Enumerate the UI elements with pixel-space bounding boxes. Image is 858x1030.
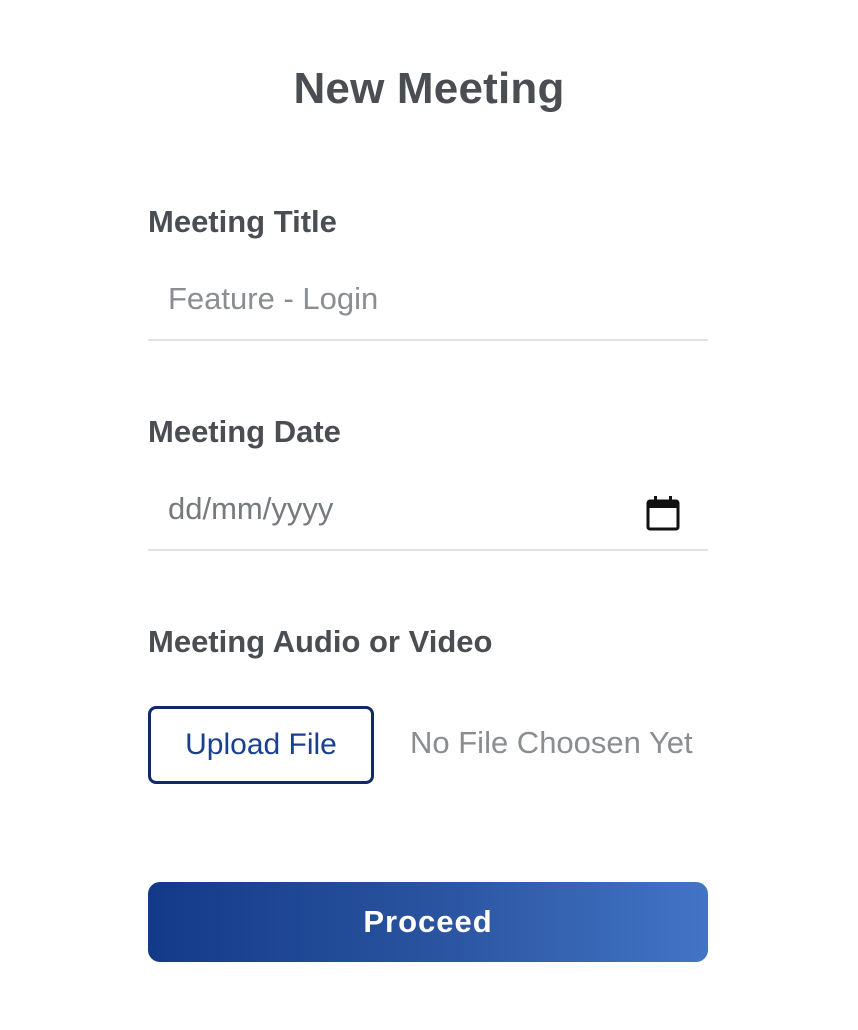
- meeting-media-label: Meeting Audio or Video: [148, 624, 493, 659]
- upload-file-button[interactable]: Upload File: [148, 706, 374, 784]
- meeting-date-label: Meeting Date: [148, 414, 341, 449]
- page-title: New Meeting: [293, 64, 565, 113]
- meeting-title-label: Meeting Title: [148, 204, 337, 239]
- calendar-icon[interactable]: [646, 495, 680, 531]
- meeting-title-value: Feature - Login: [168, 281, 379, 316]
- meeting-title-input[interactable]: Feature - Login: [148, 265, 708, 341]
- file-status-text: No File Choosen Yet: [410, 725, 693, 760]
- proceed-button[interactable]: Proceed: [148, 882, 708, 962]
- new-meeting-form: New Meeting Meeting Title Feature - Logi…: [0, 0, 858, 1030]
- meeting-date-placeholder: dd/mm/yyyy: [168, 491, 334, 526]
- meeting-date-input[interactable]: dd/mm/yyyy: [148, 475, 708, 551]
